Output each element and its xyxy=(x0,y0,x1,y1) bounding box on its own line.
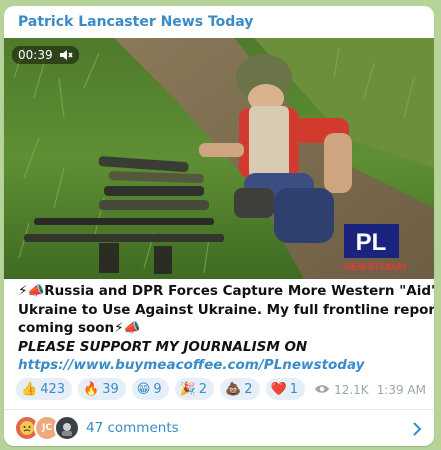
channel-name[interactable]: Patrick Lancaster News Today xyxy=(18,14,253,30)
avatar xyxy=(54,415,80,441)
reaction-count: 39 xyxy=(102,381,119,397)
duration-label: 00:39 xyxy=(18,48,53,62)
watermark-newstoday: NEWSTODAY xyxy=(344,262,408,273)
video-timer: 00:39 xyxy=(12,46,79,64)
post-line-3: coming soon⚡📣 xyxy=(18,320,141,336)
reaction-poop[interactable]: 💩 2 xyxy=(220,378,260,400)
watermark-logo: PL NEWSTODAY xyxy=(344,224,408,273)
view-count: 12.1K xyxy=(334,383,369,397)
message-time: 1:39 AM xyxy=(376,383,426,397)
heart-icon: ❤️ xyxy=(270,381,287,397)
post-line-2: Ukraine to Use Against Ukraine. My full … xyxy=(18,301,434,318)
reactions-bar: 👍 423 🔥 39 😁 9 🎉 2 💩 2 ❤️ 1 xyxy=(16,378,305,400)
reaction-party[interactable]: 🎉 2 xyxy=(174,378,215,400)
commenter-avatars: JC xyxy=(14,415,84,441)
reaction-count: 423 xyxy=(40,381,66,397)
reaction-count: 1 xyxy=(289,381,298,397)
reaction-thumbs-up[interactable]: 👍 423 xyxy=(16,378,73,400)
poop-icon: 💩 xyxy=(225,381,242,397)
message-card: Patrick Lancaster News Today PL NEWSTODA… xyxy=(4,6,434,446)
reaction-count: 2 xyxy=(244,381,253,397)
support-link[interactable]: https://www.buymeacoffee.com/PLnewstoday xyxy=(18,356,423,375)
reaction-heart[interactable]: ❤️ 1 xyxy=(265,378,305,400)
speaker-muted-icon[interactable] xyxy=(59,49,73,61)
party-icon: 🎉 xyxy=(179,381,196,397)
post-text: ⚡📣Russia and DPR Forces Capture More Wes… xyxy=(18,282,434,375)
video-frame: PL NEWSTODAY xyxy=(4,38,434,279)
reaction-grin[interactable]: 😁 9 xyxy=(131,378,169,400)
reaction-fire[interactable]: 🔥 39 xyxy=(78,378,126,400)
comments-label: 47 comments xyxy=(86,420,179,436)
eye-icon xyxy=(314,383,330,397)
chevron-right-icon xyxy=(413,421,422,440)
comments-button[interactable]: JC 47 comments xyxy=(4,410,434,446)
watermark-pl: PL xyxy=(356,229,387,256)
message-meta: 12.1K 1:39 AM xyxy=(314,383,426,397)
thumbs-up-icon: 👍 xyxy=(21,381,38,397)
grin-icon: 😁 xyxy=(136,381,151,397)
post-line-4: PLEASE SUPPORT MY JOURNALISM ON xyxy=(18,338,308,355)
fire-icon: 🔥 xyxy=(83,381,100,397)
post-line-1: ⚡📣Russia and DPR Forces Capture More Wes… xyxy=(18,283,434,299)
video-player[interactable]: PL NEWSTODAY 00:39 xyxy=(4,38,434,279)
reaction-count: 9 xyxy=(153,381,162,397)
reaction-count: 2 xyxy=(198,381,208,397)
